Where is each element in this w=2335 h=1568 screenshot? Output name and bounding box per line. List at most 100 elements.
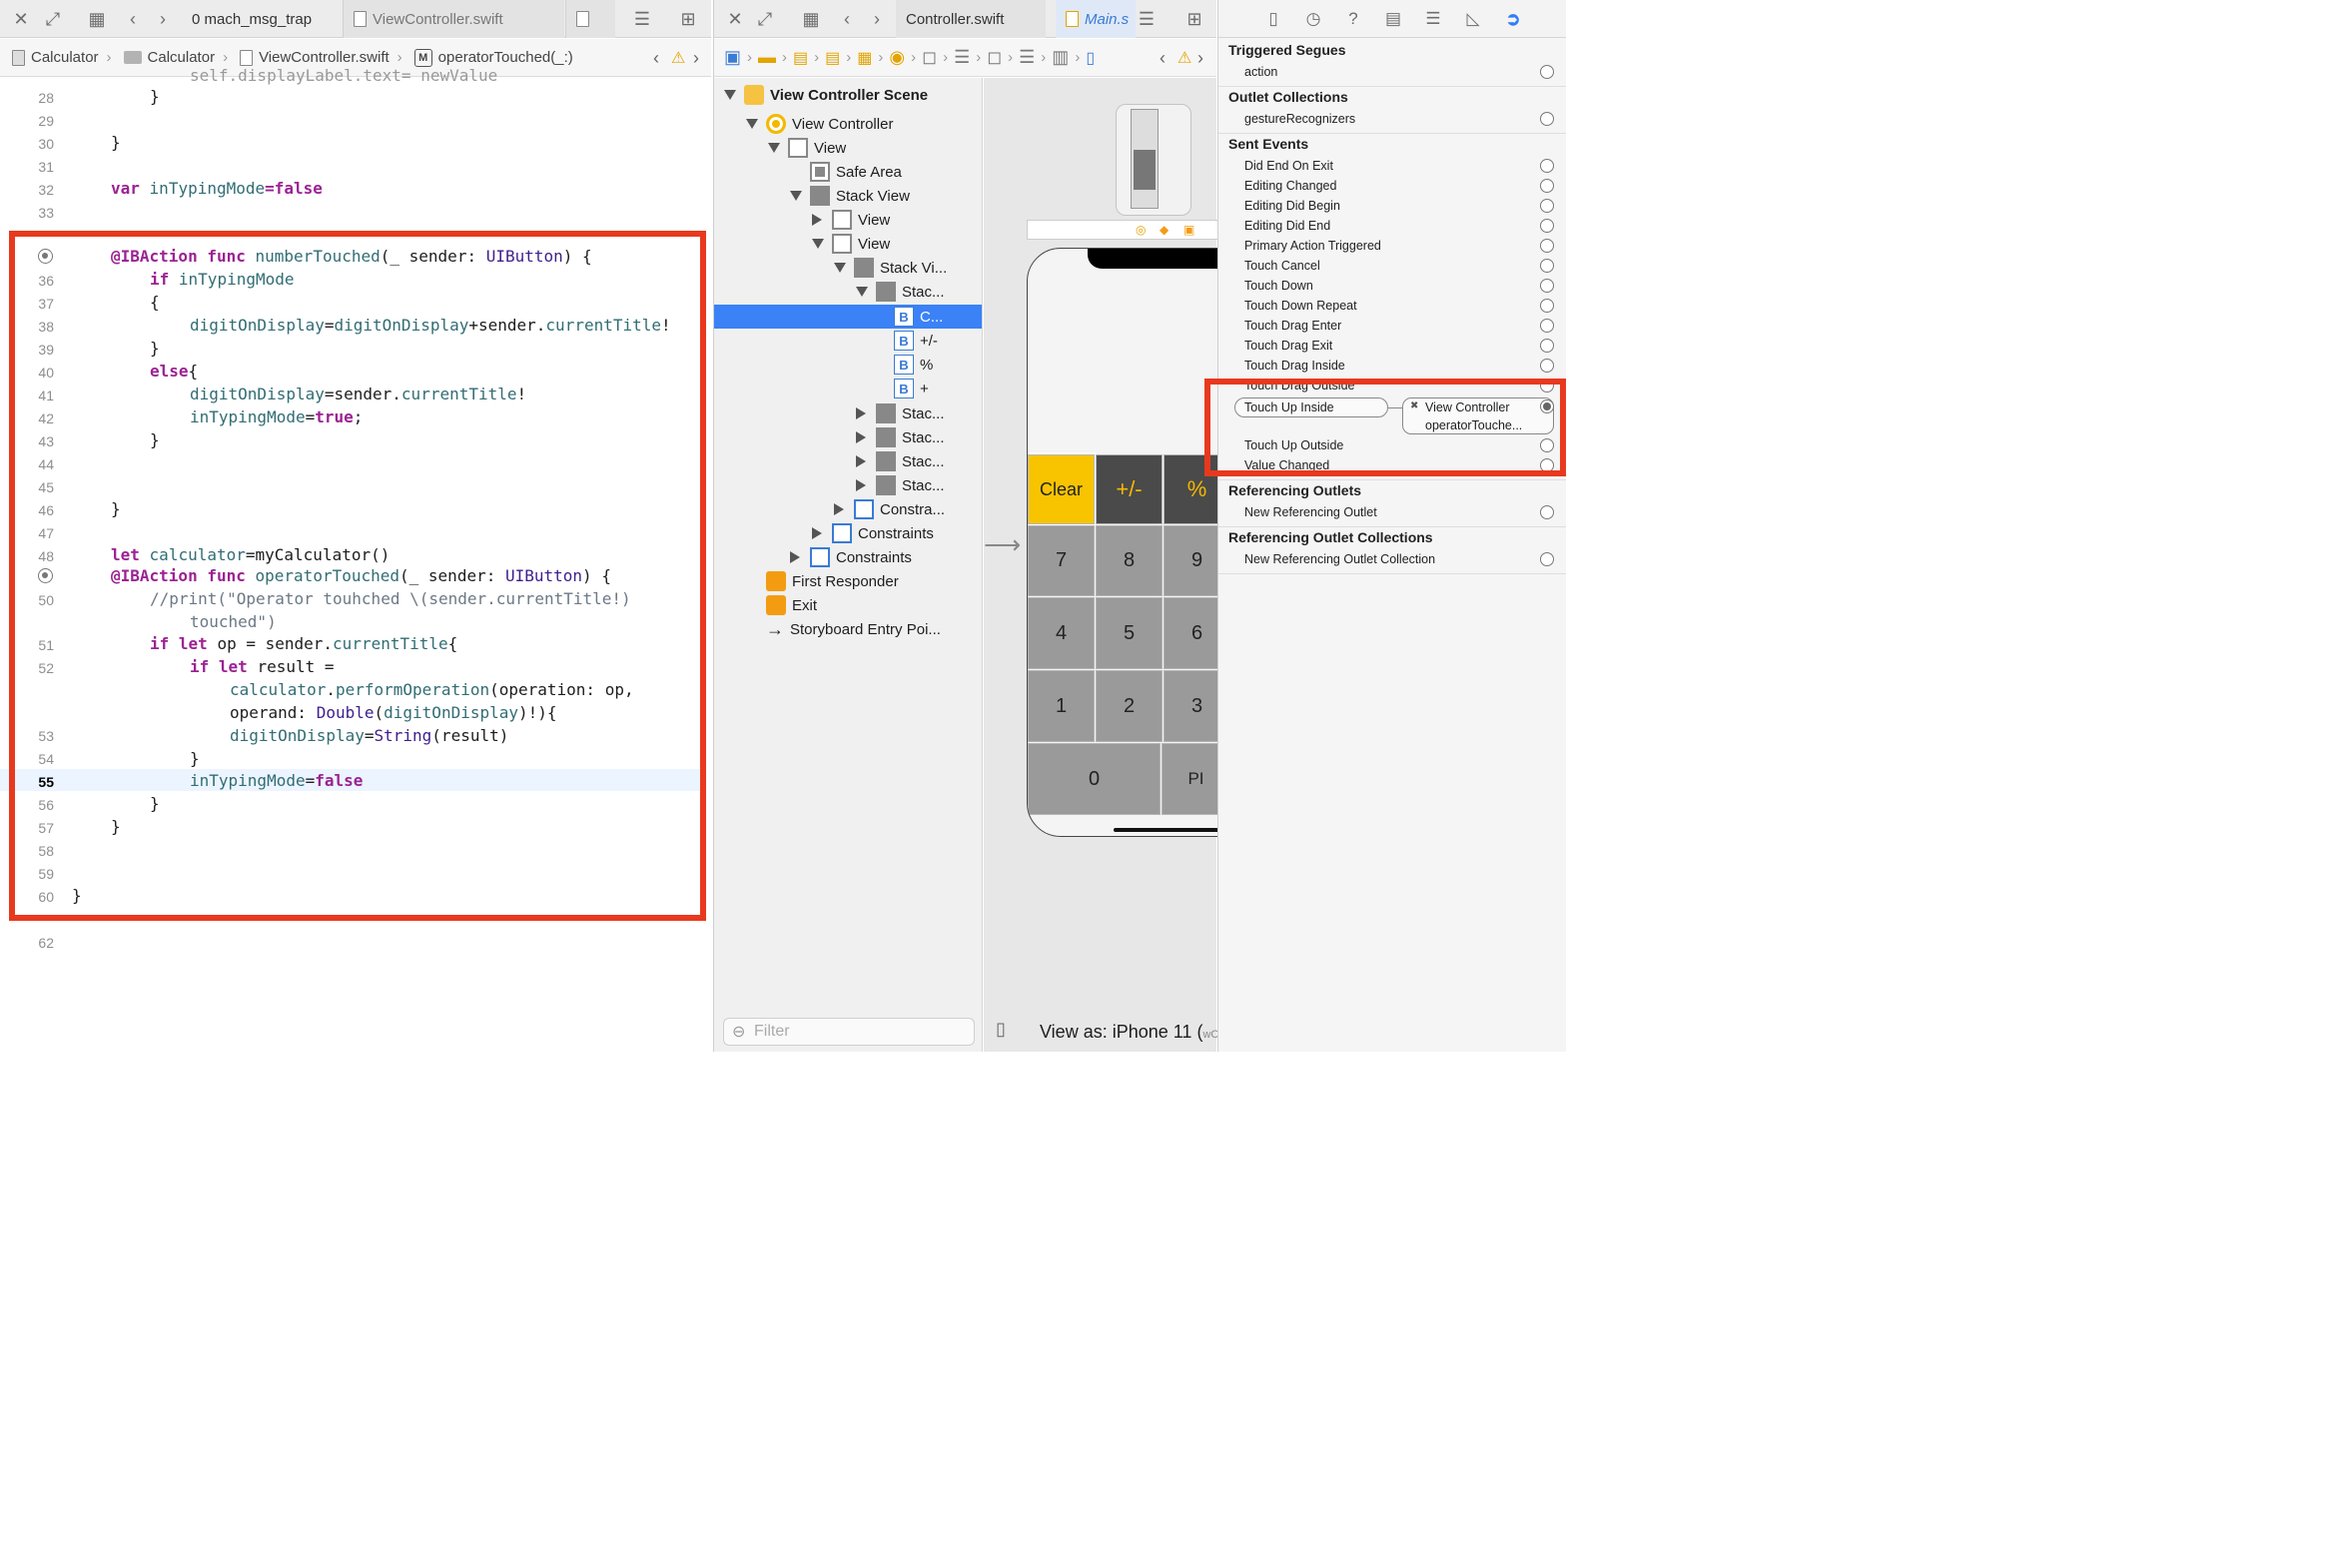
grid-icon[interactable]: ▦ [800, 9, 822, 29]
breadcrumb-method[interactable]: MoperatorTouched(_:) [413, 48, 573, 67]
outline-filter-input[interactable]: ⊖ Filter [723, 1018, 975, 1046]
disclosure-open-icon[interactable] [724, 90, 736, 100]
connection-circle[interactable] [1540, 339, 1554, 353]
project-icon[interactable]: ▣ [724, 47, 741, 68]
connection-circle[interactable] [1540, 239, 1554, 253]
connection-circle[interactable] [1540, 359, 1554, 373]
forward-icon[interactable]: › [152, 9, 174, 29]
file-inspector-icon[interactable]: ▯ [1262, 9, 1284, 29]
tab-overflow[interactable] [565, 0, 615, 38]
outline-item-storyboard-entry[interactable]: → Storyboard Entry Poi... [766, 617, 941, 641]
outline-item-stack-vi[interactable]: Stack Vi... [834, 256, 947, 280]
first-responder-icon[interactable]: ◆ [1160, 223, 1168, 237]
disclosure-open-icon[interactable] [834, 263, 846, 273]
connection-circle[interactable] [1540, 219, 1554, 233]
disclosure-open-icon[interactable] [790, 191, 802, 201]
horizontal-stack-icon[interactable]: ▥ [1052, 47, 1069, 68]
back-icon[interactable]: ‹ [836, 9, 858, 29]
close-icon[interactable]: ✕ [10, 9, 32, 29]
disclosure-closed-icon[interactable] [856, 455, 866, 467]
prev-issue-icon[interactable]: ‹ [1160, 48, 1166, 69]
outline-item-view-expanded[interactable]: View [812, 232, 890, 256]
connection-circle[interactable] [1540, 299, 1554, 313]
close-icon[interactable]: ✕ [724, 9, 746, 29]
key-clear[interactable]: Clear [1028, 452, 1097, 526]
editor-options-icon[interactable]: ☰ [631, 9, 653, 29]
outline-item-clear-button-selected[interactable]: B C... [714, 305, 982, 329]
connection-circle[interactable] [1540, 179, 1554, 193]
view-icon[interactable]: ◻ [987, 47, 1002, 68]
forward-icon[interactable]: › [866, 9, 888, 29]
outline-item-plus-button[interactable]: B + [894, 377, 929, 400]
expand-icon[interactable]: ⤢ [42, 9, 64, 29]
outline-item-stac-open[interactable]: Stac... [856, 280, 945, 304]
stack-view-icon[interactable]: ☰ [954, 47, 970, 68]
editor-options-icon[interactable]: ☰ [1136, 9, 1158, 29]
outline-item-view-collapsed[interactable]: View [812, 208, 890, 232]
grid-icon[interactable]: ▦ [86, 9, 108, 29]
calculator-preview[interactable]: Clear +/- % 7 8 9 4 5 6 1 2 3 0 PI [1027, 248, 1226, 837]
back-icon[interactable]: ‹ [122, 9, 144, 29]
key-0[interactable]: 0 [1028, 743, 1161, 815]
scene-icon[interactable]: ▦ [857, 48, 872, 68]
warning-icon[interactable]: ⚠ [1177, 48, 1191, 68]
disclosure-closed-icon[interactable] [790, 551, 800, 563]
connection-circle[interactable] [1540, 319, 1554, 333]
next-issue-icon[interactable]: › [693, 48, 699, 69]
outline-item-stac[interactable]: Stac... [856, 425, 945, 449]
tab-main-storyboard[interactable]: Main.s [1056, 0, 1136, 38]
storyboard-file-icon[interactable]: ▤ [793, 48, 808, 68]
tab-mach-msg-trap[interactable]: 0 mach_msg_trap [182, 0, 342, 38]
connection-circle[interactable] [1540, 279, 1554, 293]
key-2[interactable]: 2 [1096, 670, 1163, 742]
identity-inspector-icon[interactable]: ▤ [1382, 9, 1404, 29]
connection-circle[interactable] [1540, 199, 1554, 213]
connection-circle[interactable] [1540, 552, 1554, 566]
tab-viewcontroller-swift[interactable]: Controller.swift [896, 0, 1046, 38]
connection-circle[interactable] [1540, 505, 1554, 519]
attributes-inspector-icon[interactable]: ☰ [1422, 9, 1444, 29]
expand-icon[interactable]: ⤢ [754, 9, 776, 29]
toggle-outline-icon[interactable]: ▯ [996, 1019, 1006, 1040]
outline-item-scene[interactable]: View Controller Scene [724, 83, 928, 107]
disclosure-open-icon[interactable] [768, 143, 780, 153]
view-controller-icon[interactable]: ◎ [1136, 223, 1146, 237]
outline-item-percent-button[interactable]: B% [894, 353, 933, 377]
breadcrumb-file[interactable]: ViewController.swift › [240, 49, 402, 66]
connection-circle[interactable] [1540, 65, 1554, 79]
key-7[interactable]: 7 [1028, 525, 1095, 596]
disclosure-closed-icon[interactable] [812, 527, 822, 539]
disclosure-closed-icon[interactable] [834, 503, 844, 515]
button-icon[interactable]: ▯ [1086, 48, 1095, 68]
connection-circle[interactable] [1540, 159, 1554, 173]
tab-viewcontroller-swift[interactable]: ViewController.swift [343, 0, 564, 38]
disclosure-open-icon[interactable] [856, 287, 868, 297]
key-5[interactable]: 5 [1096, 597, 1163, 669]
disclosure-open-icon[interactable] [746, 119, 758, 129]
outline-item-stack-view[interactable]: Stack View [790, 184, 910, 208]
breadcrumb-group[interactable]: Calculator › [123, 49, 228, 66]
connection-circle[interactable] [1540, 112, 1554, 126]
outline-item-stac[interactable]: Stac... [856, 449, 945, 473]
add-editor-icon[interactable]: ⊞ [677, 9, 699, 29]
help-icon[interactable]: ? [1342, 9, 1364, 29]
next-issue-icon[interactable]: › [1197, 48, 1203, 69]
key-plus-minus[interactable]: +/- [1096, 454, 1163, 524]
outline-item-first-responder[interactable]: First Responder [766, 569, 899, 593]
view-controller-icon[interactable]: ◉ [889, 47, 905, 68]
disclosure-closed-icon[interactable] [856, 479, 866, 491]
outline-item-view[interactable]: View [768, 136, 846, 160]
history-icon[interactable]: ◷ [1302, 9, 1324, 29]
view-as-device[interactable]: View as: iPhone 11 (wC [1040, 1022, 1218, 1043]
key-4[interactable]: 4 [1028, 597, 1095, 669]
stack-view-icon[interactable]: ☰ [1019, 47, 1035, 68]
connections-inspector-icon[interactable]: ➲ [1502, 9, 1524, 29]
outline-item-stac[interactable]: Stac... [856, 401, 945, 425]
outline-item-constraints[interactable]: Constra... [834, 497, 945, 521]
disclosure-open-icon[interactable] [812, 239, 824, 249]
outline-item-constraints[interactable]: Constraints [790, 545, 912, 569]
prev-issue-icon[interactable]: ‹ [653, 48, 659, 69]
exit-icon[interactable]: ▣ [1183, 223, 1194, 237]
warning-icon[interactable]: ⚠ [671, 48, 685, 68]
outline-item-exit[interactable]: Exit [766, 593, 817, 617]
